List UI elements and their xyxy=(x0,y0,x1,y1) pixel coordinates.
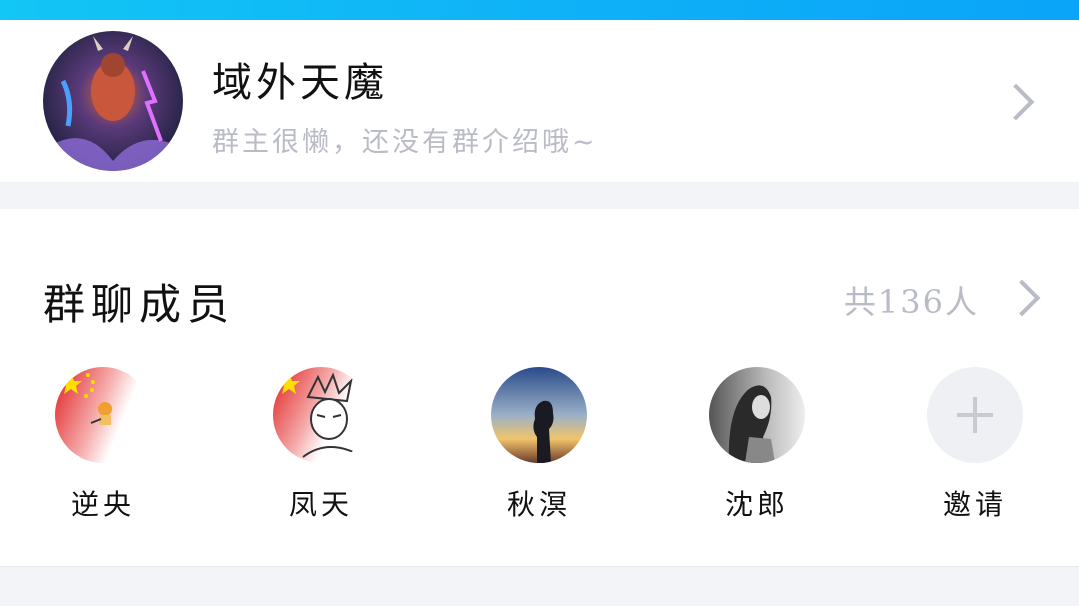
chevron-right-icon[interactable] xyxy=(997,83,1035,121)
member-avatar[interactable] xyxy=(709,367,805,463)
group-name: 域外天魔 xyxy=(212,60,388,106)
member-item[interactable]: 逆央 xyxy=(55,367,151,521)
group-avatar[interactable] xyxy=(43,31,183,171)
member-name: 秋溟 xyxy=(506,488,571,521)
members-section: 群聊成员 共136人 逆央 凤天 秋溟 沈郎 邀请 xyxy=(0,209,1079,566)
member-name: 逆央 xyxy=(70,488,135,521)
invite-button[interactable] xyxy=(927,367,1023,463)
member-avatar[interactable] xyxy=(273,367,369,463)
members-title: 群聊成员 xyxy=(43,280,236,329)
invite-label: 邀请 xyxy=(942,488,1007,521)
member-name: 凤天 xyxy=(288,488,353,521)
member-item[interactable]: 凤天 xyxy=(273,367,369,521)
member-avatar[interactable] xyxy=(55,367,151,463)
member-item[interactable]: 沈郎 xyxy=(709,367,805,521)
member-item[interactable]: 秋溟 xyxy=(491,367,587,521)
invite-item[interactable]: 邀请 xyxy=(927,367,1023,521)
chevron-right-icon[interactable] xyxy=(1003,279,1041,317)
member-avatar[interactable] xyxy=(491,367,587,463)
divider xyxy=(0,566,1079,567)
group-description: 群主很懒，还没有群介绍哦~ xyxy=(212,127,598,158)
status-bar xyxy=(0,0,1079,20)
member-name: 沈郎 xyxy=(724,488,789,521)
members-count[interactable]: 共136人 xyxy=(844,277,979,323)
group-header-card[interactable]: 域外天魔 群主很懒，还没有群介绍哦~ xyxy=(0,20,1079,182)
